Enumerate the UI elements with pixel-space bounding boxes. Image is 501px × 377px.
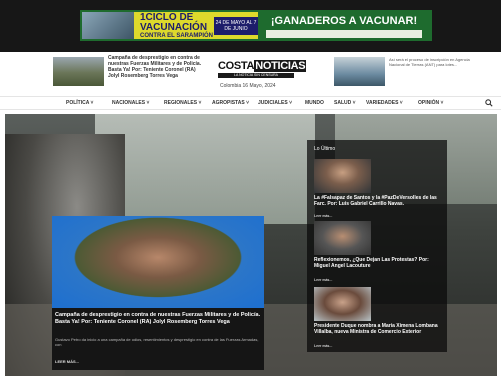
latest-sidebar: Lo Último La #Falsapaz de Santos y la #P… [307,140,447,352]
ad-title: 1CICLO DE VACUNACIÓN [140,11,208,33]
featured-article-read-more[interactable]: LEER MÁS... [55,359,79,364]
nav-item-agropistas[interactable]: AGROPISTAS ˅ [212,100,249,106]
featured-article-image[interactable] [52,216,264,308]
nav-item-mundo[interactable]: MUNDO [305,100,324,106]
latest-item-read-more[interactable]: Leer más... [314,344,332,348]
logo-tagline: LA NOTICIA SIN CENSURA [218,73,294,78]
featured-article-title[interactable]: Campaña de desprestigio en contra de nue… [55,312,261,325]
latest-item-read-more[interactable]: Leer más... [314,278,332,282]
latest-item-title[interactable]: Reflexionemos, ¿Que Dejan Las Protestas?… [314,257,442,269]
latest-item-image[interactable] [314,221,371,255]
ad-right: ¡GANADEROS A VACUNAR! [258,12,430,39]
hero-window-left [95,114,315,224]
latest-item-read-more[interactable]: Leer más... [314,214,332,218]
nav-item-variedades[interactable]: VARIEDADES ˅ [366,100,403,106]
header-article-left-thumbnail[interactable] [53,57,104,86]
site-logo[interactable]: COSTANOTICIAS LA NOTICIA SIN CENSURA [218,60,307,78]
logo-text: COSTANOTICIAS [218,60,307,72]
nav-item-regionales[interactable]: REGIONALES ˅ [164,100,201,106]
nav-item-judiciales[interactable]: JUDICIALES ˅ [258,100,292,106]
nav-item-opinion[interactable]: OPINIÓN ˅ [418,100,443,106]
site-header: Campaña de desprestigio en contra de nue… [0,52,501,96]
nav-item-politica[interactable]: POLÍTICA ˅ [66,100,93,106]
ad-banner[interactable]: 1CICLO DE VACUNACIÓN CONTRA EL SARAMPIÓN… [80,10,432,41]
search-icon[interactable] [485,99,493,107]
ad-sponsor-logos [266,30,422,38]
logo-word-costa: COSTA [218,60,255,72]
latest-item-image[interactable] [314,159,371,193]
header-article-right-thumbnail[interactable] [334,57,385,86]
logo-word-noticias: NOTICIAS [254,60,307,72]
featured-article[interactable]: Campaña de desprestigio en contra de nue… [52,216,264,370]
header-date: Colombia 16 Mayo, 2024 [220,83,276,89]
ad-photo [82,12,134,39]
header-article-right-title[interactable]: Así será el proceso de inscripción en Ag… [389,57,479,67]
main-nav: POLÍTICA ˅ NACIONALES ˅ REGIONALES ˅ AGR… [0,96,501,110]
top-bar: 1CICLO DE VACUNACIÓN CONTRA EL SARAMPIÓN… [0,0,501,52]
latest-item-title[interactable]: La #Falsapaz de Santos y la #PazDeVersol… [314,195,442,207]
ad-slogan: ¡GANADEROS A VACUNAR! [270,15,418,27]
latest-item-image[interactable] [314,287,371,321]
nav-item-salud[interactable]: SALUD ˅ [334,100,356,106]
featured-article-excerpt: Gustavo Petro da inicio a una campaña de… [55,337,259,347]
latest-item-title[interactable]: Presidente Duque nombra a María Ximena L… [314,323,442,335]
header-article-left-title[interactable]: Campaña de desprestigio en contra de nue… [108,55,208,79]
ad-left: 1CICLO DE VACUNACIÓN CONTRA EL SARAMPIÓN [134,11,214,39]
ad-dates: 24 DE MAYO AL 7 DE JUNIO [214,16,258,35]
nav-item-nacionales[interactable]: NACIONALES ˅ [112,100,149,106]
sidebar-heading: Lo Último [314,146,336,152]
ad-subtitle: CONTRA EL SARAMPIÓN [140,32,214,39]
